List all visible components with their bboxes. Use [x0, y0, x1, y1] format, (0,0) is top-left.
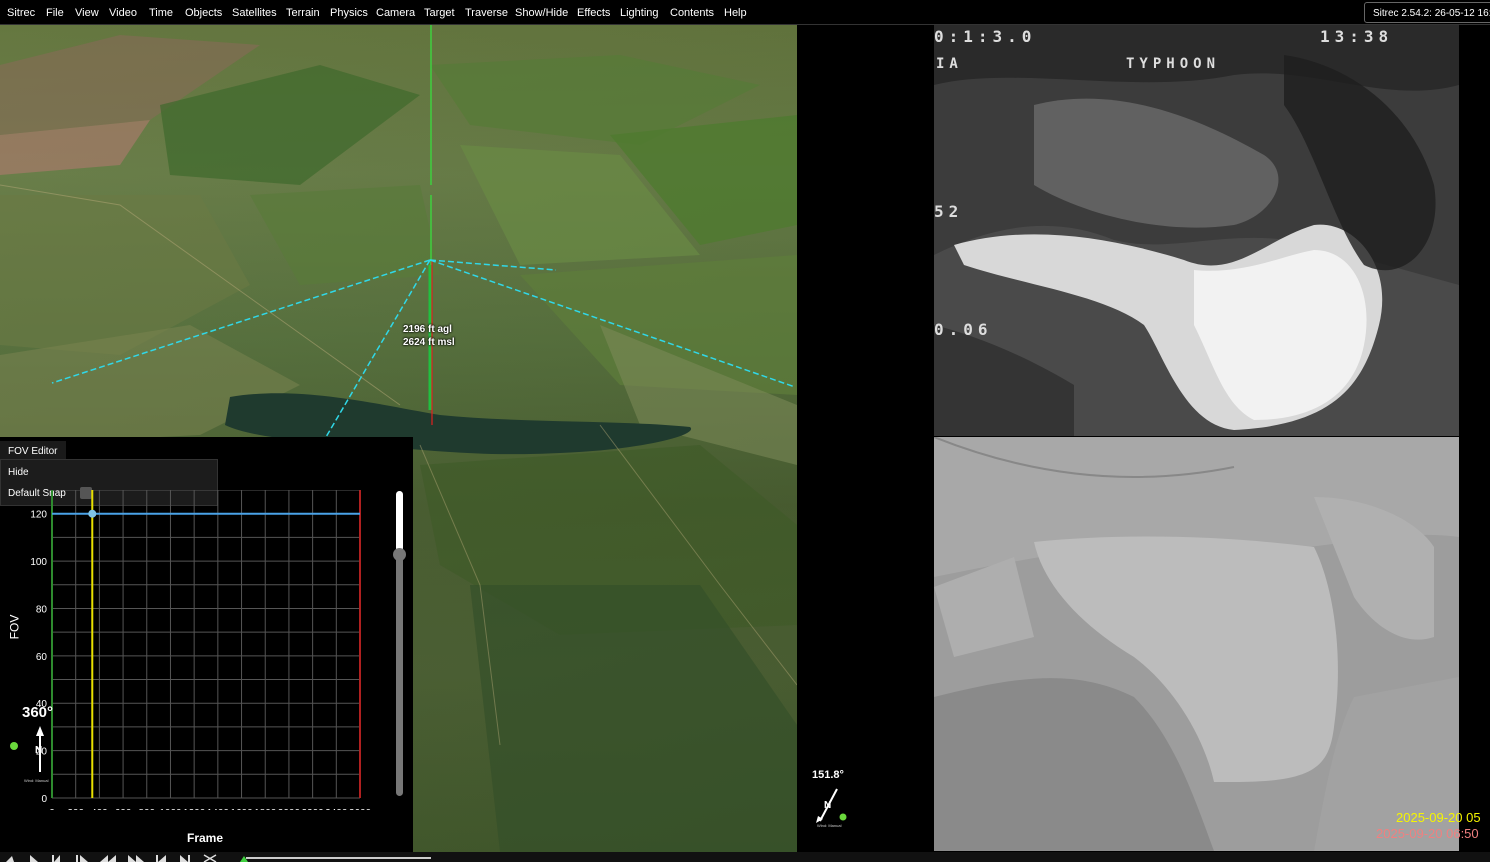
x-tick-label: 1200: [183, 808, 206, 810]
x-tick-label: 2200: [301, 808, 324, 810]
reference-video-panel[interactable]: [934, 437, 1459, 851]
menu-item-lighting[interactable]: Lighting: [620, 7, 659, 19]
y-tick-label: 80: [36, 604, 48, 615]
menu-item-satellites[interactable]: Satellites: [232, 7, 277, 19]
altitude-msl-label: 2624 ft msl: [403, 337, 455, 348]
compass-right-north: N: [824, 800, 832, 811]
drone-video-frame: [934, 25, 1459, 436]
timestamp-secondary: 2025-09-20 06:50: [1376, 826, 1479, 841]
playback-bar[interactable]: [0, 852, 1490, 862]
fov-axis-xlabel: Frame: [187, 831, 224, 845]
menu-item-video[interactable]: Video: [109, 7, 137, 19]
x-tick-label: 800: [138, 808, 155, 810]
menu-item-objects[interactable]: Objects: [185, 7, 222, 19]
y-tick-label: 60: [36, 652, 48, 663]
drone-video-panel[interactable]: 0:1:3.0 13:38 IA TYPHOON 52 0.06: [934, 25, 1459, 436]
osd-time: 0:1:3.0: [934, 27, 1037, 46]
osd-low-value: 0.06: [934, 320, 993, 339]
altitude-agl-label: 2196 ft agl: [403, 324, 452, 335]
compass-right-caption: Wind: Manual: [817, 823, 842, 828]
menu-item-time[interactable]: Time: [149, 7, 173, 19]
x-tick-label: 1800: [254, 808, 277, 810]
menu-item-target[interactable]: Target: [424, 7, 455, 19]
x-tick-label: 1600: [230, 808, 253, 810]
compass-right-heading: 151.8°: [812, 769, 844, 781]
x-tick-label: 1000: [159, 808, 182, 810]
menu-item-sitrec[interactable]: Sitrec: [7, 7, 35, 19]
menu-item-effects[interactable]: Effects: [577, 7, 610, 19]
y-tick-label: 120: [30, 510, 47, 521]
menu-item-traverse[interactable]: Traverse: [465, 7, 508, 19]
x-tick-label: 2000: [278, 808, 301, 810]
fov-axis-ylabel: FOV: [7, 614, 22, 640]
menu-bar: Sitrec File View Video Time Objects Satellites…: [0, 0, 1490, 25]
compass-left-caption: Wind: Manual: [24, 778, 49, 783]
x-tick-label: 400: [91, 808, 108, 810]
menu-item-view[interactable]: View: [75, 7, 99, 19]
menu-item-camera[interactable]: Camera: [376, 7, 415, 19]
x-tick-label: 2400: [325, 808, 348, 810]
osd-mid-value: 52: [934, 202, 964, 221]
osd-label-left: IA: [936, 56, 963, 72]
fov-keyframe-point[interactable]: [88, 509, 97, 518]
osd-clock: 13:38: [1320, 27, 1394, 46]
reference-video-frame: [934, 437, 1459, 851]
playback-controls[interactable]: [0, 852, 260, 862]
compass-right-icon: [816, 788, 847, 823]
menu-item-contents[interactable]: Contents: [670, 7, 714, 19]
x-tick-label: 1400: [207, 808, 230, 810]
x-tick-label: 2600: [349, 808, 372, 810]
x-tick-label: 600: [115, 808, 132, 810]
view-divider: [797, 25, 934, 852]
menu-item-help[interactable]: Help: [724, 7, 747, 19]
menu-item-file[interactable]: File: [46, 7, 64, 19]
y-tick-label: 100: [30, 557, 47, 568]
fov-editor-title[interactable]: FOV Editor: [0, 441, 66, 459]
y-tick-label: 0: [41, 794, 47, 805]
timeline-track[interactable]: [246, 857, 431, 859]
hide-button[interactable]: Hide: [8, 467, 29, 478]
menu-item-terrain[interactable]: Terrain: [286, 7, 320, 19]
compass-left-north: N: [35, 745, 43, 756]
fov-slider-thumb[interactable]: [393, 548, 406, 561]
x-tick-label: 200: [67, 808, 84, 810]
fov-chart[interactable]: 1201008060402000200400600800100012001400…: [0, 490, 413, 810]
compass-left-heading: 360°: [22, 704, 54, 721]
timestamp-primary: 2025-09-20 05: [1396, 810, 1481, 825]
osd-label: TYPHOON: [1126, 56, 1221, 72]
menu-item-physics[interactable]: Physics: [330, 7, 368, 19]
fov-slider-fill: [396, 491, 403, 551]
x-tick-label: 0: [49, 808, 55, 810]
version-label: Sitrec 2.54.2: 26-05-12 16:3: [1364, 2, 1490, 23]
menu-item-show-hide[interactable]: Show/Hide: [515, 7, 568, 19]
